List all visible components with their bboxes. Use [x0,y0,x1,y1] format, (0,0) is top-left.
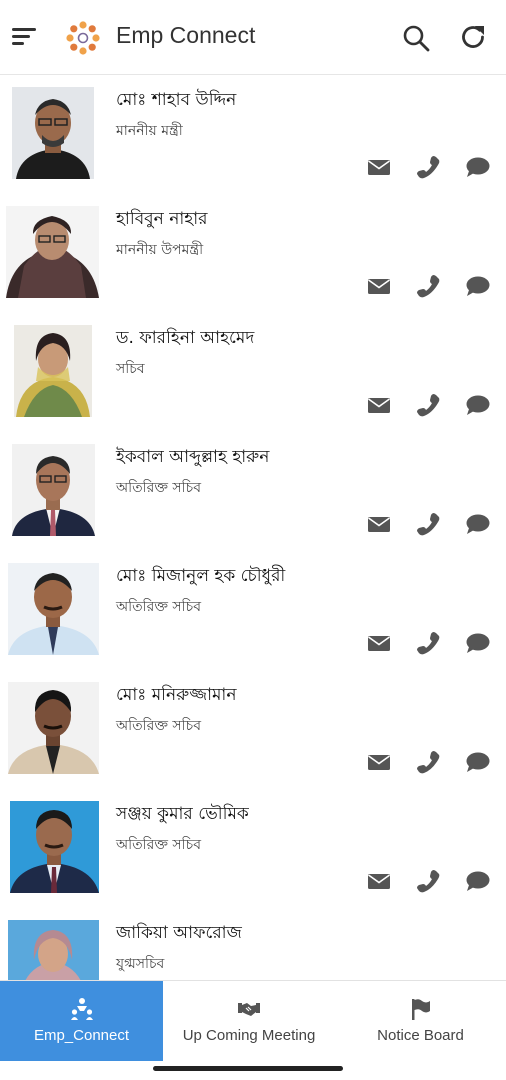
flag-icon [409,997,433,1021]
employee-photo [12,87,94,179]
employee-row[interactable]: ড. ফারহিনা আহমেদ সচিব [0,313,506,433]
employee-row[interactable]: হাবিবুন নাহার মাননীয় উপমন্ত্রী [0,194,506,314]
chat-icon[interactable] [465,274,491,298]
employee-name: ইকবাল আব্দুল্লাহ হারুন [116,447,270,467]
employee-name: ড. ফারহিনা আহমেদ [116,328,255,348]
employee-name: মোঃ মিজানুল হক চৌধুরী [116,566,286,586]
nav-label: Emp_Connect [33,1027,130,1044]
employee-photo [14,325,92,417]
employee-row[interactable]: মোঃ মনিরুজ্জামান অতিরিক্ত সচিব [0,670,506,790]
employee-photo [8,563,99,655]
employee-photo [6,206,99,298]
employee-designation: অতিরিক্ত সচিব [116,718,201,734]
employee-name: হাবিবুন নাহার [116,209,208,229]
refresh-icon[interactable] [458,22,488,52]
employee-photo [10,801,99,893]
employee-row[interactable]: মোঃ মিজানুল হক চৌধুরী অতিরিক্ত সচিব [0,551,506,671]
row-actions [366,393,494,417]
app-logo-icon [66,21,100,55]
chat-icon[interactable] [465,512,491,536]
nav-label: Up Coming Meeting [182,1027,316,1044]
nav-tab-emp-connect[interactable]: Emp_Connect [0,981,163,1061]
employee-designation: সচিব [116,361,145,377]
nav-tab-notice-board[interactable]: Notice Board [335,981,506,1061]
phone-icon[interactable] [416,393,442,417]
chat-icon[interactable] [465,155,491,179]
row-actions [366,274,494,298]
nav-tab-upcoming-meeting[interactable]: Up Coming Meeting [163,981,335,1061]
search-icon[interactable] [402,24,430,52]
employee-designation: অতিরিক্ত সচিব [116,599,201,615]
row-actions [366,631,494,655]
home-indicator[interactable] [153,1066,343,1071]
employee-list[interactable]: মোঃ শাহাব উদ্দিন মাননীয় মন্ত্রী হাবিবুন… [0,75,506,980]
phone-icon[interactable] [416,512,442,536]
row-actions [366,155,494,179]
mail-icon[interactable] [366,274,392,298]
employee-name: মোঃ মনিরুজ্জামান [116,685,237,705]
mail-icon[interactable] [366,750,392,774]
chat-icon[interactable] [465,631,491,655]
app-title: Emp Connect [116,22,256,48]
chat-icon[interactable] [465,750,491,774]
employee-row[interactable]: জাকিয়া আফরোজ যুগ্মসচিব [0,908,506,980]
employee-designation: অতিরিক্ত সচিব [116,480,201,496]
employee-name: মোঃ শাহাব উদ্দিন [116,90,237,110]
chat-icon[interactable] [465,869,491,893]
hamburger-menu-icon[interactable] [10,24,38,50]
employee-photo [8,920,99,980]
people-icon [70,997,94,1021]
employee-photo [8,682,99,774]
employee-row[interactable]: ইকবাল আব্দুল্লাহ হারুন অতিরিক্ত সচিব [0,432,506,552]
app-bar: Emp Connect [0,0,506,75]
nav-label: Notice Board [377,1027,464,1044]
phone-icon[interactable] [416,274,442,298]
employee-photo [12,444,95,536]
employee-row[interactable]: মোঃ শাহাব উদ্দিন মাননীয় মন্ত্রী [0,75,506,195]
mail-icon[interactable] [366,393,392,417]
row-actions [366,750,494,774]
bottom-navigation: Emp_Connect Up Coming Meeting Notice Boa… [0,980,506,1080]
employee-designation: মাননীয় মন্ত্রী [116,123,183,139]
mail-icon[interactable] [366,155,392,179]
phone-icon[interactable] [416,750,442,774]
employee-name: জাকিয়া আফরোজ [116,923,242,943]
employee-name: সঞ্জয় কুমার ভৌমিক [116,804,249,824]
phone-icon[interactable] [416,631,442,655]
mail-icon[interactable] [366,512,392,536]
employee-designation: অতিরিক্ত সচিব [116,837,201,853]
phone-icon[interactable] [416,869,442,893]
employee-row[interactable]: সঞ্জয় কুমার ভৌমিক অতিরিক্ত সচিব [0,789,506,909]
phone-icon[interactable] [416,155,442,179]
employee-designation: মাননীয় উপমন্ত্রী [116,242,204,258]
row-actions [366,512,494,536]
mail-icon[interactable] [366,869,392,893]
chat-icon[interactable] [465,393,491,417]
row-actions [366,869,494,893]
employee-designation: যুগ্মসচিব [116,956,165,972]
mail-icon[interactable] [366,631,392,655]
handshake-icon [237,997,261,1021]
